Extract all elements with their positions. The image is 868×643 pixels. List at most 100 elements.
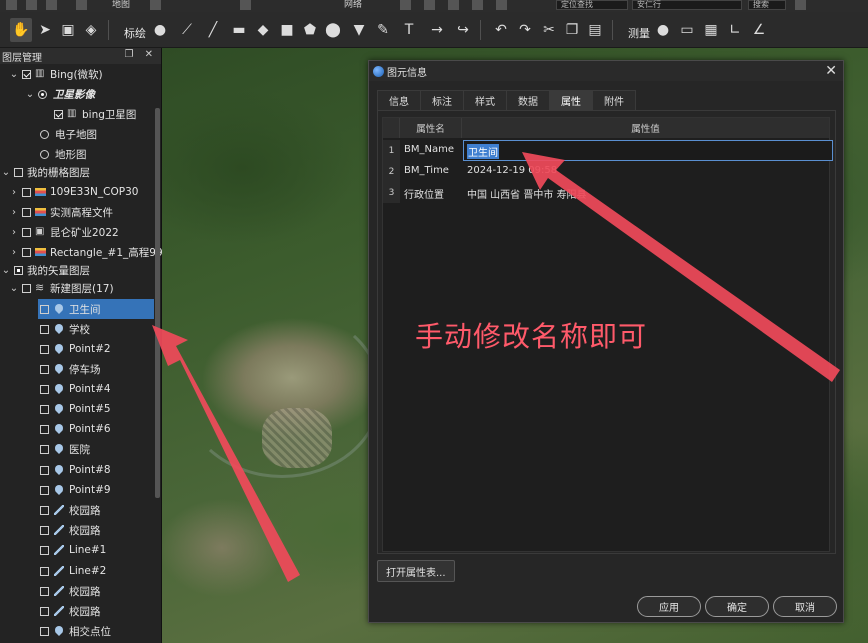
redo-icon[interactable]: ↷: [514, 18, 536, 42]
checkbox[interactable]: [22, 227, 31, 237]
place-search-input[interactable]: 安仁行: [632, 0, 742, 10]
box-select-icon[interactable]: ▣: [57, 18, 79, 42]
radio[interactable]: [40, 149, 49, 159]
measure-angle-icon[interactable]: ∠: [748, 18, 770, 42]
open-attribute-table-button[interactable]: 打开属性表...: [377, 560, 455, 582]
curved-arrow-icon[interactable]: ↪: [452, 18, 474, 42]
tree-item-feature[interactable]: 医院: [38, 439, 90, 459]
layer-select-icon[interactable]: ◈: [80, 18, 102, 42]
checkbox[interactable]: [22, 69, 31, 79]
chevron-right-icon[interactable]: ›: [8, 227, 20, 238]
tree-item-feature[interactable]: Point#2: [38, 339, 111, 359]
tree-item-feature[interactable]: Point#4: [38, 379, 111, 399]
checkbox[interactable]: [14, 167, 23, 177]
paste-icon[interactable]: ▤: [584, 18, 606, 42]
tree-item-terrain[interactable]: 地形图: [38, 144, 87, 164]
checkbox[interactable]: [40, 384, 49, 394]
tree-item-feature[interactable]: 校园路: [38, 500, 101, 520]
chevron-down-icon[interactable]: ⌄: [0, 265, 12, 276]
menu-icon[interactable]: [400, 0, 411, 10]
measure-point-icon[interactable]: ●: [652, 18, 674, 42]
menu-item-network[interactable]: 网络: [344, 0, 362, 11]
menu-icon[interactable]: [424, 0, 435, 10]
chevron-right-icon[interactable]: ›: [8, 187, 20, 198]
tree-item-feature[interactable]: Point#5: [38, 399, 111, 419]
tree-item-feature[interactable]: Line#1: [38, 540, 106, 560]
measure-distance-icon[interactable]: ▭: [676, 18, 698, 42]
pen-draw-icon[interactable]: ✎: [372, 18, 394, 42]
menu-icon[interactable]: [76, 0, 87, 10]
checkbox[interactable]: [22, 187, 31, 197]
search-button[interactable]: 搜索: [748, 0, 786, 10]
checkbox[interactable]: [22, 283, 31, 293]
tab-attachments[interactable]: 附件: [592, 90, 636, 110]
layer-panel-scrollbar[interactable]: [155, 108, 160, 498]
tab-label[interactable]: 标注: [420, 90, 464, 110]
tab-info[interactable]: 信息: [377, 90, 421, 110]
chevron-right-icon[interactable]: ›: [8, 247, 20, 258]
tree-item-raster-group[interactable]: ⌄ 我的栅格图层: [0, 162, 90, 182]
square-icon[interactable]: ■: [276, 18, 298, 42]
checkbox[interactable]: [40, 626, 49, 636]
tree-item-bing-satellite[interactable]: ▥ bing卫星图: [52, 104, 136, 124]
locate-search-input[interactable]: 定位查找: [556, 0, 628, 10]
menu-icon[interactable]: [448, 0, 459, 10]
tree-item-raster[interactable]: › ▣ 昆仑矿业2022: [8, 222, 119, 242]
measure-height-icon[interactable]: ∟: [724, 18, 746, 42]
menu-icon[interactable]: [472, 0, 483, 10]
tree-item-raster[interactable]: › 实测高程文件: [8, 202, 113, 222]
checkbox[interactable]: [14, 265, 23, 275]
cancel-button[interactable]: 取消: [773, 596, 837, 617]
radio[interactable]: [40, 129, 49, 139]
tree-item-feature[interactable]: 校园路: [38, 601, 101, 621]
checkbox[interactable]: [40, 586, 49, 596]
pentagon-icon[interactable]: ⬟: [299, 18, 321, 42]
tree-item-bing[interactable]: ⌄ ▥ Bing(微软): [8, 64, 103, 84]
chevron-down-icon[interactable]: ⌄: [0, 167, 12, 178]
checkbox[interactable]: [40, 545, 49, 555]
checkbox[interactable]: [40, 324, 49, 334]
tree-item-feature[interactable]: 相交点位: [38, 621, 111, 641]
chevron-down-icon[interactable]: ⌄: [24, 89, 36, 100]
checkbox[interactable]: [40, 304, 49, 314]
tree-item-feature-selected[interactable]: 卫生间: [38, 299, 154, 319]
copy-icon[interactable]: ❐: [561, 18, 583, 42]
checkbox[interactable]: [40, 424, 49, 434]
checkbox[interactable]: [40, 344, 49, 354]
tree-item-feature[interactable]: Point#6: [38, 419, 111, 439]
tree-item-raster[interactable]: › Rectangle_#1_高程99_...: [8, 242, 178, 262]
table-row[interactable]: 2 BM_Time 2024-12-19 09:58: [383, 161, 829, 182]
checkbox[interactable]: [40, 566, 49, 576]
tree-item-feature[interactable]: 校园路: [38, 581, 101, 601]
scissors-icon[interactable]: ✂: [538, 18, 560, 42]
tree-item-feature[interactable]: Point#9: [38, 480, 111, 500]
menu-icon[interactable]: [26, 0, 37, 10]
tree-item-feature[interactable]: 学校: [38, 319, 90, 339]
table-row[interactable]: 3 行政位置 中国 山西省 晋中市 寿阳县: [383, 182, 829, 203]
tree-item-feature[interactable]: 校园路: [38, 520, 101, 540]
checkbox[interactable]: [40, 485, 49, 495]
menu-icon[interactable]: [6, 0, 17, 10]
tree-item-satellite[interactable]: ⌄ 卫星影像: [24, 84, 95, 104]
curve-line-icon[interactable]: ╱: [202, 18, 224, 42]
checkbox[interactable]: [22, 247, 31, 257]
tree-item-feature[interactable]: Point#8: [38, 460, 111, 480]
tab-attributes[interactable]: 属性: [549, 90, 593, 110]
tree-item-feature[interactable]: Line#2: [38, 561, 106, 581]
menu-icon[interactable]: [150, 0, 161, 10]
tree-item-street-map[interactable]: 电子地图: [38, 124, 97, 144]
menu-icon[interactable]: [46, 0, 57, 10]
checkbox[interactable]: [40, 364, 49, 374]
menu-item-map[interactable]: 地图: [112, 0, 130, 11]
checkbox[interactable]: [40, 505, 49, 515]
apply-button[interactable]: 应用: [637, 596, 701, 617]
hand-pan-icon[interactable]: ✋: [10, 18, 32, 42]
tab-data[interactable]: 数据: [506, 90, 550, 110]
panel-float-close-icon[interactable]: ❐ ✕: [124, 49, 157, 60]
point-marker-icon[interactable]: ●: [149, 18, 171, 42]
triangle-icon[interactable]: ▼: [348, 18, 370, 42]
tree-item-raster[interactable]: › 109E33N_COP30: [8, 182, 138, 202]
tree-item-vector-group[interactable]: ⌄ 我的矢量图层: [0, 260, 90, 280]
tab-style[interactable]: 样式: [463, 90, 507, 110]
checkbox[interactable]: [40, 465, 49, 475]
